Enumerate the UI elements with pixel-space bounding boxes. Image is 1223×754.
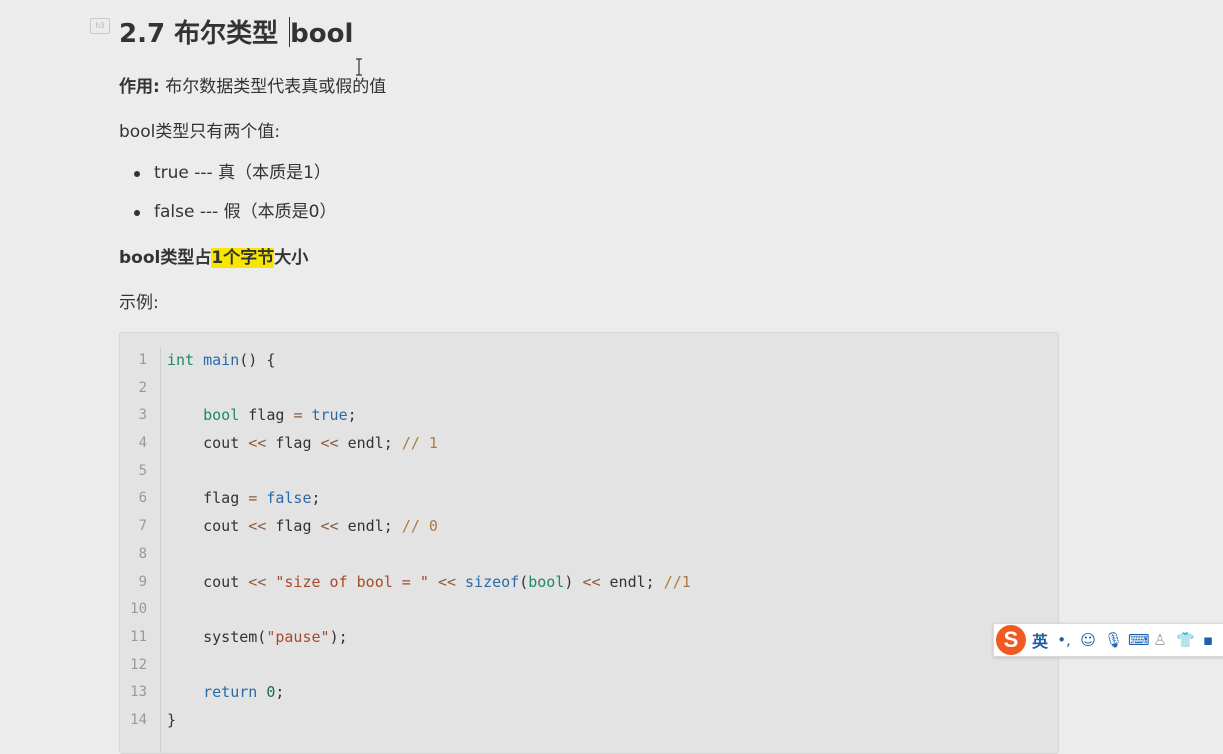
purpose-label: 作用: [119, 77, 160, 97]
size-post: 大小 [274, 248, 309, 268]
user-icon[interactable]: ♙ [1152, 631, 1168, 649]
keyboard-icon[interactable]: ⌨ [1128, 631, 1150, 649]
example-label: 示例: [119, 293, 159, 313]
punctuation-icon[interactable]: •, [1056, 631, 1072, 649]
heading-text: 2.7 布尔类型 [119, 19, 288, 49]
line-number: 6 [138, 490, 147, 507]
line-number: 1 [138, 352, 147, 368]
code-line: } [167, 710, 177, 729]
size-paragraph: bool类型占1个字节大小 [119, 243, 308, 268]
skin-icon[interactable]: 👕 [1176, 631, 1195, 649]
ime-language-toggle[interactable]: 英 [1032, 628, 1048, 652]
line-number: 12 [130, 656, 147, 673]
code-line: system("pause"); [167, 627, 348, 646]
line-number: 13 [130, 684, 147, 701]
line-number: 10 [130, 601, 147, 618]
section-heading[interactable]: 2.7 布尔类型 bool [119, 13, 353, 50]
line-number: 4 [138, 435, 147, 452]
heading-level-badge: h3 [90, 18, 110, 34]
size-highlight: 1个字节 [211, 248, 275, 268]
line-number: 14 [130, 711, 147, 728]
list-item: true --- 真（本质是1） [119, 160, 336, 199]
line-number-gutter: 1 2 3 4 5 6 7 8 9 10 11 12 13 14 [120, 347, 161, 753]
code-lines: int main() { bool flag = true; cout << f… [167, 347, 691, 735]
line-number: 7 [138, 518, 147, 535]
list-item: false --- 假（本质是0） [119, 199, 336, 238]
line-number: 3 [138, 407, 147, 424]
line-number: 2 [138, 379, 147, 396]
line-number: 11 [130, 628, 147, 645]
code-block[interactable]: 1 2 3 4 5 6 7 8 9 10 11 12 13 14 int mai… [119, 332, 1059, 754]
microphone-icon[interactable]: 🎙 [1104, 631, 1123, 649]
code-line: return 0; [203, 683, 285, 702]
menu-icon[interactable]: ▪ [1200, 631, 1216, 649]
values-intro: bool类型只有两个值: [119, 122, 281, 142]
code-line: cout << "size of bool = " << sizeof(bool… [167, 572, 691, 591]
heading-tail: bool [290, 19, 354, 49]
purpose-paragraph: 作用: 布尔数据类型代表真或假的值 [119, 72, 386, 97]
ime-toolbar[interactable]: S 英 •, ☺ 🎙 ⌨ ♙ 👕 ▪ [993, 623, 1223, 657]
value-list: true --- 真（本质是1） false --- 假（本质是0） [119, 160, 336, 238]
emoji-icon[interactable]: ☺ [1080, 631, 1096, 649]
ime-logo[interactable]: S [996, 625, 1026, 655]
size-pre: bool类型占 [119, 248, 212, 268]
code-line: flag = false; [167, 489, 321, 508]
code-line: int main() { [167, 351, 276, 369]
purpose-text: 布尔数据类型代表真或假的值 [159, 77, 387, 97]
line-number: 9 [138, 573, 147, 590]
code-line: cout << flag << endl; // 0 [167, 517, 438, 536]
code-line: bool flag = true; [203, 406, 357, 425]
line-number: 8 [138, 545, 147, 562]
code-line: cout << flag << endl; // 1 [167, 434, 438, 453]
line-number: 5 [138, 462, 147, 479]
